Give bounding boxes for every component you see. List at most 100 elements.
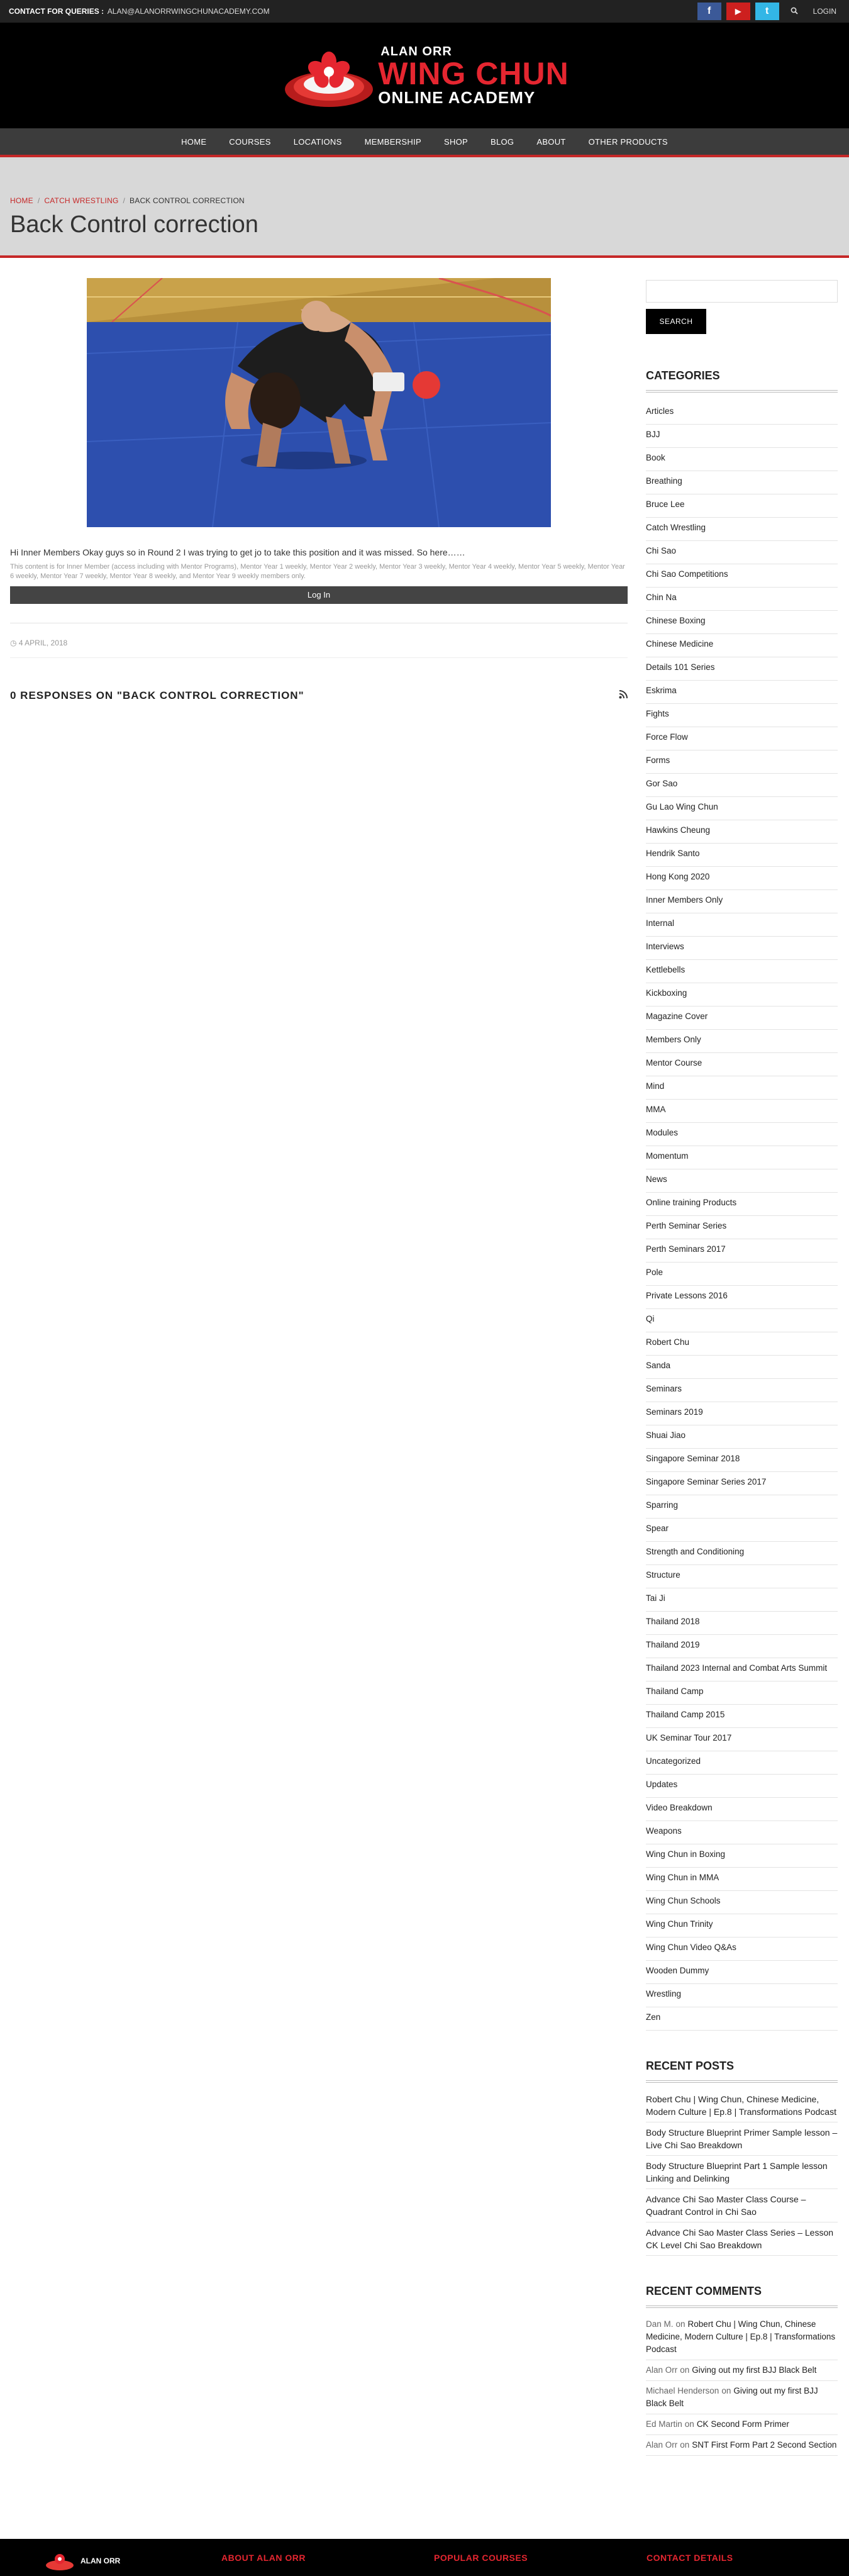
comment-post-link[interactable]: Robert Chu | Wing Chun, Chinese Medicine… xyxy=(646,2319,835,2354)
category-link[interactable]: Breathing xyxy=(646,471,838,494)
category-link[interactable]: Pole xyxy=(646,1263,838,1286)
comment-post-link[interactable]: Giving out my first BJJ Black Belt xyxy=(692,2365,816,2375)
youtube-icon[interactable]: ▶ xyxy=(726,3,750,20)
category-link[interactable]: Sanda xyxy=(646,1356,838,1379)
category-link[interactable]: UK Seminar Tour 2017 xyxy=(646,1728,838,1751)
footer-logo[interactable]: ALAN ORR xyxy=(44,2551,120,2570)
category-link[interactable]: Spear xyxy=(646,1519,838,1542)
category-link[interactable]: Sparring xyxy=(646,1495,838,1519)
category-link[interactable]: Inner Members Only xyxy=(646,890,838,913)
comment-post-link[interactable]: CK Second Form Primer xyxy=(697,2419,789,2429)
category-link[interactable]: Internal xyxy=(646,913,838,937)
category-link[interactable]: Weapons xyxy=(646,1821,838,1844)
contact-email[interactable]: ALAN@ALANORRWINGCHUNACADEMY.COM xyxy=(108,7,270,16)
category-link[interactable]: MMA xyxy=(646,1100,838,1123)
category-link[interactable]: Private Lessons 2016 xyxy=(646,1286,838,1309)
nav-about[interactable]: ABOUT xyxy=(525,137,577,147)
category-link[interactable]: Online training Products xyxy=(646,1193,838,1216)
breadcrumb-home[interactable]: HOME xyxy=(10,196,33,205)
category-link[interactable]: News xyxy=(646,1169,838,1193)
category-link[interactable]: Forms xyxy=(646,750,838,774)
category-link[interactable]: Structure xyxy=(646,1565,838,1588)
category-link[interactable]: Chi Sao Competitions xyxy=(646,564,838,588)
nav-membership[interactable]: MEMBERSHIP xyxy=(353,137,433,147)
category-link[interactable]: Chinese Medicine xyxy=(646,634,838,657)
category-link[interactable]: Thailand 2018 xyxy=(646,1612,838,1635)
category-link[interactable]: Video Breakdown xyxy=(646,1798,838,1821)
category-link[interactable]: Momentum xyxy=(646,1146,838,1169)
category-link[interactable]: Updates xyxy=(646,1775,838,1798)
nav-blog[interactable]: BLOG xyxy=(479,137,525,147)
category-link[interactable]: Gu Lao Wing Chun xyxy=(646,797,838,820)
category-link[interactable]: Wing Chun in MMA xyxy=(646,1868,838,1891)
nav-home[interactable]: HOME xyxy=(170,137,218,147)
category-link[interactable]: Seminars 2019 xyxy=(646,1402,838,1425)
category-link[interactable]: Singapore Seminar Series 2017 xyxy=(646,1472,838,1495)
category-link[interactable]: Perth Seminar Series xyxy=(646,1216,838,1239)
category-link[interactable]: BJJ xyxy=(646,425,838,448)
category-link[interactable]: Members Only xyxy=(646,1030,838,1053)
category-link[interactable]: Wing Chun Video Q&As xyxy=(646,1938,838,1961)
category-link[interactable]: Chi Sao xyxy=(646,541,838,564)
category-link[interactable]: Hawkins Cheung xyxy=(646,820,838,844)
site-logo[interactable]: ALAN ORR WING CHUN ONLINE ACADEMY xyxy=(280,38,569,113)
category-link[interactable]: Hong Kong 2020 xyxy=(646,867,838,890)
twitter-icon[interactable]: t xyxy=(755,3,779,20)
category-link[interactable]: Thailand 2019 xyxy=(646,1635,838,1658)
recent-post-link[interactable]: Advance Chi Sao Master Class Course – Qu… xyxy=(646,2189,838,2222)
recent-post-link[interactable]: Advance Chi Sao Master Class Series – Le… xyxy=(646,2222,838,2256)
search-icon[interactable] xyxy=(784,6,804,16)
category-link[interactable]: Book xyxy=(646,448,838,471)
category-link[interactable]: Mentor Course xyxy=(646,1053,838,1076)
category-link[interactable]: Gor Sao xyxy=(646,774,838,797)
category-link[interactable]: Chinese Boxing xyxy=(646,611,838,634)
category-link[interactable]: Shuai Jiao xyxy=(646,1425,838,1449)
category-link[interactable]: Strength and Conditioning xyxy=(646,1542,838,1565)
nav-other-products[interactable]: OTHER PRODUCTS xyxy=(577,137,679,147)
category-link[interactable]: Uncategorized xyxy=(646,1751,838,1775)
category-link[interactable]: Chin Na xyxy=(646,588,838,611)
category-link[interactable]: Wrestling xyxy=(646,1984,838,2007)
category-link[interactable]: Articles xyxy=(646,401,838,425)
category-link[interactable]: Wing Chun Schools xyxy=(646,1891,838,1914)
category-link[interactable]: Thailand 2023 Internal and Combat Arts S… xyxy=(646,1658,838,1681)
nav-shop[interactable]: SHOP xyxy=(433,137,479,147)
category-link[interactable]: Zen xyxy=(646,2007,838,2031)
category-link[interactable]: Fights xyxy=(646,704,838,727)
recent-post-link[interactable]: Robert Chu | Wing Chun, Chinese Medicine… xyxy=(646,2089,838,2122)
category-link[interactable]: Hendrik Santo xyxy=(646,844,838,867)
rss-icon[interactable] xyxy=(619,689,628,702)
breadcrumb-category[interactable]: CATCH WRESTLING xyxy=(44,196,118,205)
category-link[interactable]: Magazine Cover xyxy=(646,1006,838,1030)
category-link[interactable]: Wooden Dummy xyxy=(646,1961,838,1984)
category-link[interactable]: Thailand Camp xyxy=(646,1681,838,1705)
category-link[interactable]: Mind xyxy=(646,1076,838,1100)
category-link[interactable]: Catch Wrestling xyxy=(646,518,838,541)
nav-locations[interactable]: LOCATIONS xyxy=(282,137,353,147)
login-link[interactable]: LOGIN xyxy=(809,7,840,16)
category-link[interactable]: Wing Chun in Boxing xyxy=(646,1844,838,1868)
log-in-button[interactable]: Log In xyxy=(10,586,628,604)
category-link[interactable]: Force Flow xyxy=(646,727,838,750)
category-link[interactable]: Bruce Lee xyxy=(646,494,838,518)
category-link[interactable]: Robert Chu xyxy=(646,1332,838,1356)
category-link[interactable]: Seminars xyxy=(646,1379,838,1402)
video-player[interactable] xyxy=(87,278,551,527)
category-link[interactable]: Perth Seminars 2017 xyxy=(646,1239,838,1263)
search-input[interactable] xyxy=(646,280,838,303)
category-link[interactable]: Thailand Camp 2015 xyxy=(646,1705,838,1728)
category-link[interactable]: Singapore Seminar 2018 xyxy=(646,1449,838,1472)
category-link[interactable]: Interviews xyxy=(646,937,838,960)
category-link[interactable]: Eskrima xyxy=(646,681,838,704)
category-link[interactable]: Kettlebells xyxy=(646,960,838,983)
comment-post-link[interactable]: SNT First Form Part 2 Second Section xyxy=(692,2440,836,2450)
nav-courses[interactable]: COURSES xyxy=(218,137,282,147)
recent-post-link[interactable]: Body Structure Blueprint Primer Sample l… xyxy=(646,2122,838,2156)
search-button[interactable]: SEARCH xyxy=(646,309,706,334)
category-link[interactable]: Wing Chun Trinity xyxy=(646,1914,838,1938)
category-link[interactable]: Qi xyxy=(646,1309,838,1332)
facebook-icon[interactable]: f xyxy=(697,3,721,20)
category-link[interactable]: Tai Ji xyxy=(646,1588,838,1612)
recent-post-link[interactable]: Body Structure Blueprint Part 1 Sample l… xyxy=(646,2156,838,2189)
category-link[interactable]: Kickboxing xyxy=(646,983,838,1006)
